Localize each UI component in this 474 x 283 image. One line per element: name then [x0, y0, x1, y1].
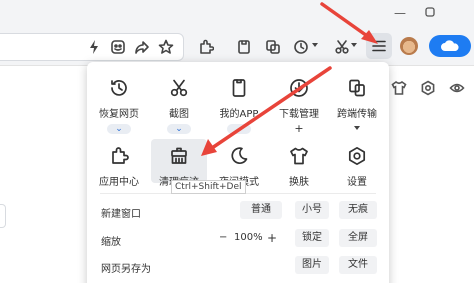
eye-icon[interactable]	[449, 80, 465, 96]
save-as-image-button[interactable]: 图片	[295, 256, 329, 274]
restore-page-tool[interactable]: 恢复网页 ⌄	[91, 77, 147, 134]
app-center-tool[interactable]: 应用中心	[91, 145, 147, 188]
scissors-caret-icon[interactable]	[351, 43, 357, 47]
save-as-file-button[interactable]: 文件	[339, 256, 377, 274]
shirt-icon[interactable]	[391, 80, 407, 96]
new-window-normal-button[interactable]: 普通	[240, 201, 282, 219]
translate-icon[interactable]	[109, 38, 127, 56]
expand-chip[interactable]: ⌄	[227, 124, 251, 134]
cloud-button[interactable]	[429, 35, 471, 57]
cross-device-tool[interactable]: 跨端传输	[329, 77, 385, 130]
download-icon	[288, 77, 310, 99]
tool-label: 应用中心	[99, 177, 139, 188]
transfer-icon	[346, 77, 368, 99]
tool-label: 跨端传输	[337, 109, 377, 120]
settings-tool[interactable]: 设置	[329, 145, 385, 188]
new-window-small-button[interactable]: 小号	[295, 201, 329, 219]
scissors-icon[interactable]	[333, 38, 351, 56]
tool-label: 截图	[169, 109, 189, 120]
history-icon	[108, 77, 130, 99]
phone-icon	[228, 77, 250, 99]
save-page-label: 网页另存为	[101, 264, 151, 275]
zoom-in-button[interactable]: +	[267, 229, 277, 247]
new-window-incognito-button[interactable]: 无痕	[339, 201, 377, 219]
title-bar: —	[0, 0, 474, 28]
reading-icon[interactable]	[235, 38, 253, 56]
cloud-icon	[441, 40, 459, 51]
history-icon[interactable]	[292, 38, 310, 56]
shortcut-tooltip: Ctrl+Shift+Del	[171, 180, 246, 194]
tool-label: 换肤	[289, 177, 309, 188]
expand-chip[interactable]: ⌄	[167, 124, 191, 134]
clear-traces-tool[interactable]: 清理痕迹	[151, 139, 207, 188]
caret-down-icon[interactable]	[354, 126, 360, 130]
gear-icon[interactable]	[420, 80, 436, 96]
shirt-icon	[288, 145, 310, 167]
copy-icon[interactable]	[264, 38, 282, 56]
new-window-label: 新建窗口	[101, 209, 141, 220]
menu-icon	[372, 40, 386, 52]
skin-tool[interactable]: 换肤	[271, 145, 327, 188]
page-input-edge[interactable]	[0, 204, 6, 228]
menu-button[interactable]	[366, 33, 392, 59]
screenshot-tool[interactable]: 截图 ⌄	[151, 77, 207, 134]
history-caret-icon[interactable]	[312, 43, 318, 47]
zoom-out-button[interactable]: −	[219, 229, 227, 247]
scissors-icon	[168, 77, 190, 99]
extensions-icon[interactable]	[197, 38, 215, 56]
add-chip[interactable]: +	[287, 123, 311, 134]
main-menu-panel: 恢复网页 ⌄ 截图 ⌄ 我的APP ⌄ 下载管理 + 跨端传输 应用中心 清理痕…	[87, 62, 389, 283]
gear-icon	[346, 145, 368, 167]
lightning-icon[interactable]	[85, 38, 103, 56]
zoom-value: 100%	[234, 232, 263, 243]
zoom-lock-button[interactable]: 锁定	[295, 229, 329, 247]
puzzle-icon	[108, 145, 130, 167]
my-app-tool[interactable]: 我的APP ⌄	[211, 77, 267, 134]
tool-label: 下载管理	[279, 109, 319, 120]
share-icon[interactable]	[133, 38, 151, 56]
minimize-icon[interactable]: —	[393, 6, 407, 20]
moon-icon	[228, 145, 250, 167]
maximize-icon[interactable]	[423, 6, 437, 20]
avatar[interactable]	[400, 37, 418, 55]
tool-label: 设置	[347, 177, 367, 188]
zoom-label: 缩放	[101, 237, 121, 248]
fullscreen-button[interactable]: 全屏	[339, 229, 377, 247]
tool-label: 我的APP	[219, 109, 259, 120]
broom-icon	[168, 145, 190, 167]
star-icon[interactable]	[157, 38, 175, 56]
tool-label: 恢复网页	[99, 109, 139, 120]
download-manager-tool[interactable]: 下载管理 +	[271, 77, 327, 134]
expand-chip[interactable]: ⌄	[107, 124, 131, 134]
